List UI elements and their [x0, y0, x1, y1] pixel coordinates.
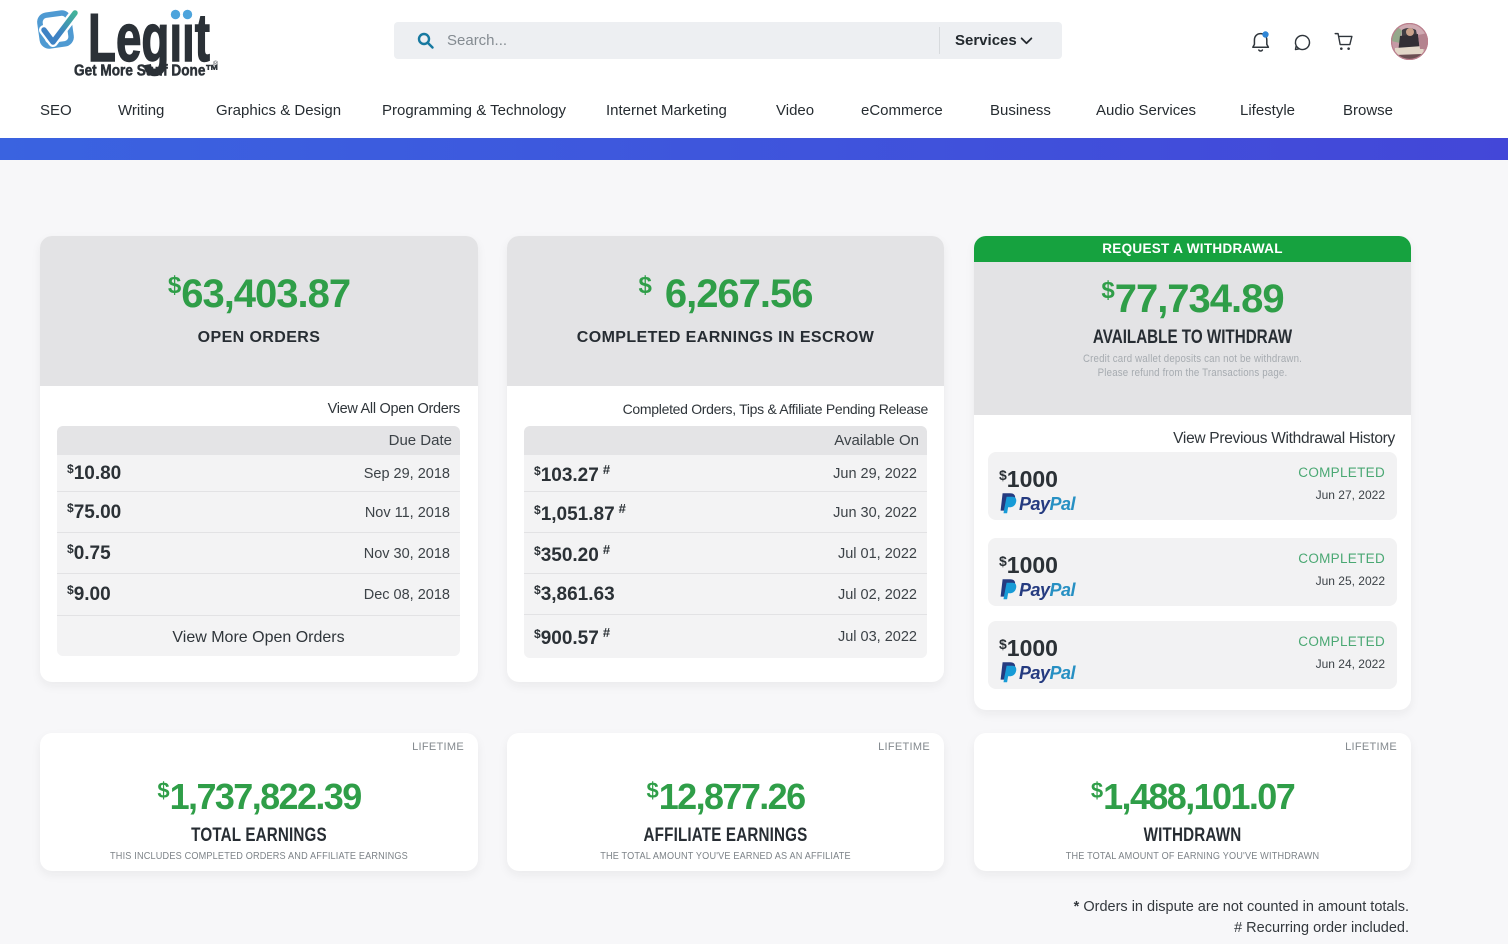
svg-text:Pay: Pay [1019, 580, 1051, 600]
svg-text:Pay: Pay [1019, 494, 1051, 514]
svg-text:Pay: Pay [1019, 663, 1051, 683]
svg-text:Pal: Pal [1050, 580, 1077, 600]
svg-text:Pal: Pal [1050, 494, 1077, 514]
svg-text:Pal: Pal [1050, 663, 1077, 683]
